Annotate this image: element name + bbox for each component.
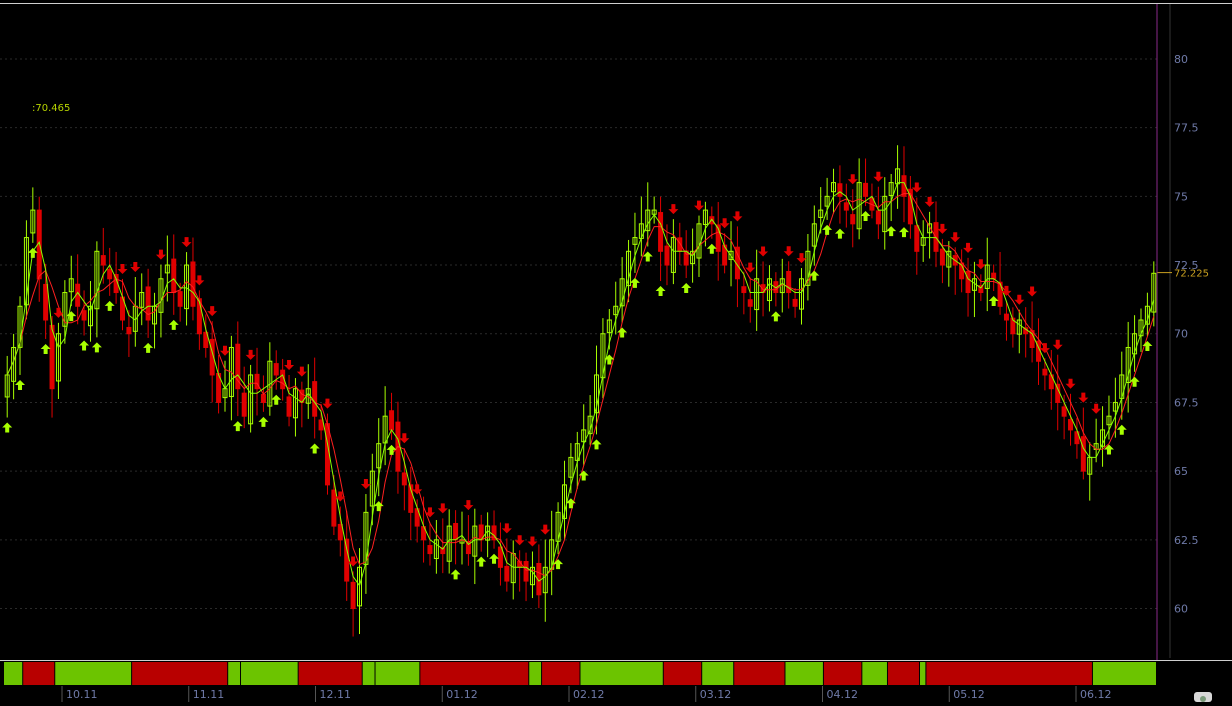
regime-segment	[580, 662, 663, 685]
candle-body	[939, 248, 945, 266]
regime-segment	[420, 662, 529, 685]
x-tick-label: 11.11	[193, 688, 225, 701]
y-tick-label: 60	[1174, 603, 1188, 616]
candle-body	[991, 272, 997, 280]
marker-label: :70.465	[32, 103, 70, 114]
candle-body	[497, 546, 503, 568]
candle-body	[43, 283, 49, 321]
regime-segment	[241, 662, 298, 685]
regime-segment	[228, 662, 241, 685]
candle-body	[49, 324, 55, 390]
regime-segment	[1092, 662, 1156, 685]
y-tick-label: 77.5	[1174, 122, 1199, 135]
regime-segment	[919, 662, 926, 685]
candle-body	[344, 538, 350, 582]
candle-body	[683, 250, 689, 266]
candle-body	[965, 270, 971, 294]
candle-body	[145, 286, 151, 321]
y-tick-label: 70	[1174, 328, 1188, 341]
candle-body	[286, 396, 292, 417]
regime-segment	[702, 662, 734, 685]
regime-segment	[362, 662, 375, 685]
candle-body	[875, 210, 881, 225]
candle-body	[1055, 383, 1061, 403]
y-tick-label: 62.5	[1174, 534, 1199, 547]
candle-body	[100, 255, 106, 266]
candle-body	[863, 182, 869, 197]
regime-segment	[887, 662, 919, 685]
regime-segment	[375, 662, 420, 685]
candle-body	[107, 268, 113, 280]
candle-body	[504, 565, 510, 582]
candle-body	[792, 298, 798, 307]
regime-segment	[55, 662, 132, 685]
candle-body	[190, 261, 196, 307]
candle-body	[453, 523, 459, 541]
regime-segment	[542, 662, 580, 685]
y-tick-label: 75	[1174, 190, 1188, 203]
candle-body	[850, 214, 856, 225]
y-tick-label: 80	[1174, 53, 1188, 66]
regime-segment	[23, 662, 55, 685]
candle-body	[260, 394, 266, 403]
regime-segment	[823, 662, 862, 685]
chart-window: 80 77.5 75 72.5 70 67.5 65 62.5 60 :70.465 72.22…	[0, 0, 1232, 702]
candle-body	[523, 561, 529, 582]
regime-bar-border	[0, 660, 1232, 661]
candle-body	[837, 183, 843, 197]
candle-body	[709, 216, 715, 225]
regime-bar	[0, 660, 1232, 685]
x-tick-label: 02.12	[573, 688, 605, 701]
candle-body	[1042, 368, 1048, 376]
candle-body	[664, 245, 670, 266]
regime-segment	[785, 662, 823, 685]
candle-body	[81, 310, 87, 321]
y-tick-label: 65	[1174, 465, 1188, 478]
candle-body	[389, 410, 395, 431]
candle-body	[1061, 406, 1067, 417]
candle-body	[1080, 436, 1086, 472]
regime-segment	[4, 662, 23, 685]
regime-segment	[132, 662, 228, 685]
candle-body	[401, 472, 407, 486]
candle-body	[337, 523, 343, 541]
candle-body	[273, 363, 279, 376]
regime-segment	[529, 662, 542, 685]
regime-segment	[862, 662, 887, 685]
y-tick-label: 67.5	[1174, 396, 1199, 409]
scroll-icon[interactable]	[1194, 692, 1212, 702]
candle-body	[171, 258, 177, 294]
candle-body	[126, 326, 132, 335]
candle-body	[1068, 419, 1074, 431]
x-tick-label: 03.12	[700, 688, 732, 701]
last-price-label: 72.225	[1174, 269, 1209, 280]
regime-segment	[298, 662, 362, 685]
regime-segment	[926, 662, 1092, 685]
candle-body	[427, 545, 433, 555]
x-tick-label: 05.12	[953, 688, 985, 701]
x-tick-label: 10.11	[66, 688, 98, 701]
candle-body	[331, 489, 337, 527]
candle-body	[747, 299, 753, 307]
candle-body	[1003, 313, 1009, 321]
regime-segment	[734, 662, 785, 685]
regime-segment	[663, 662, 702, 685]
candle-body	[318, 419, 324, 431]
candle-body	[312, 381, 318, 417]
x-axis: 10.11 11.11 12.11 01.12 02.12 03.12 04.12 05.12…	[61, 686, 1112, 702]
candle-body	[241, 392, 247, 417]
last-price-tag: 72.225	[1174, 269, 1209, 280]
candle-body	[658, 212, 664, 252]
price-chart[interactable]: 8077.57572.57067.56562.560 :70.465 72.22…	[0, 0, 1232, 702]
candle-body	[843, 202, 849, 211]
candle-body	[177, 291, 183, 307]
x-tick-label: 04.12	[827, 688, 859, 701]
x-tick-label: 12.11	[320, 688, 352, 701]
candle-body	[741, 286, 747, 294]
candle-body	[914, 225, 920, 252]
x-tick-label: 06.12	[1080, 688, 1112, 701]
candle-body	[350, 581, 356, 610]
x-tick-label: 01.12	[446, 688, 478, 701]
